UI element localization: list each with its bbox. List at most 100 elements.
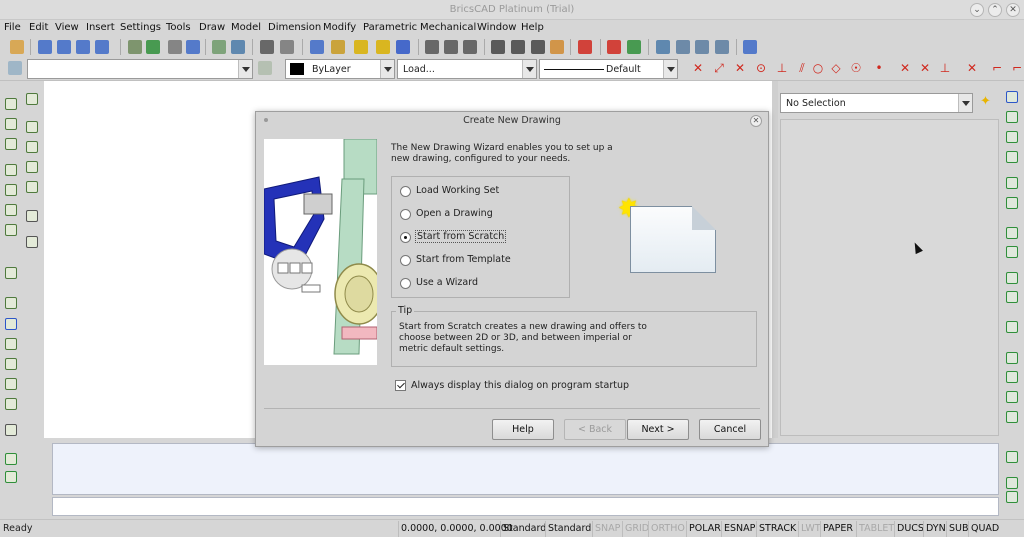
table-icon[interactable] xyxy=(5,424,17,436)
zoom-realtime-icon[interactable] xyxy=(38,40,52,54)
status-toggle-lwt[interactable]: LWT xyxy=(798,521,823,537)
delete-icon[interactable] xyxy=(578,40,592,54)
quick-select-icon[interactable]: ✦ xyxy=(980,94,991,109)
rotate3d-icon[interactable] xyxy=(1006,177,1018,189)
back-button[interactable]: < Back xyxy=(564,419,626,440)
selection-combo[interactable]: No Selection xyxy=(780,93,973,113)
render-icon[interactable] xyxy=(212,40,226,54)
mtext-icon[interactable] xyxy=(5,471,17,483)
scale-icon[interactable] xyxy=(1006,272,1018,284)
menu-draw[interactable]: Draw xyxy=(199,22,225,33)
insert-icon[interactable] xyxy=(26,210,38,222)
region-icon[interactable] xyxy=(5,297,17,309)
view-icon[interactable] xyxy=(146,40,160,54)
node-snap-icon[interactable]: • xyxy=(873,62,885,74)
3d-orbit-icon[interactable] xyxy=(186,40,200,54)
print-icon[interactable] xyxy=(444,40,458,54)
trim-icon[interactable] xyxy=(1006,321,1018,333)
spline-icon[interactable] xyxy=(5,224,17,236)
startup-checkbox[interactable] xyxy=(395,380,406,391)
chamfer-icon[interactable] xyxy=(1006,411,1018,423)
option-label[interactable]: Open a Drawing xyxy=(416,208,493,219)
hatch-icon[interactable] xyxy=(5,358,17,370)
tangent-snap-icon[interactable]: ○ xyxy=(812,62,824,74)
minimize-icon[interactable]: ⌄ xyxy=(970,3,984,17)
cut-icon[interactable] xyxy=(491,40,505,54)
radio-button[interactable] xyxy=(400,209,411,220)
extension-snap-icon[interactable]: ⊥ xyxy=(939,62,951,74)
open-folder-icon[interactable] xyxy=(331,40,345,54)
color-palette-icon[interactable] xyxy=(258,61,272,75)
status-toggle-strack[interactable]: STRACK xyxy=(756,521,798,537)
next-button[interactable]: Next > xyxy=(627,419,689,440)
menu-dimension[interactable]: Dimension xyxy=(268,22,321,33)
menu-insert[interactable]: Insert xyxy=(86,22,115,33)
copy-icon[interactable] xyxy=(511,40,525,54)
layer-manager-icon[interactable] xyxy=(8,61,22,75)
status-toggle-tablet[interactable]: TABLET xyxy=(856,521,896,537)
menu-parametric[interactable]: Parametric xyxy=(363,22,417,33)
help-icon[interactable] xyxy=(743,40,757,54)
perpendicular-snap-icon[interactable]: ◇ xyxy=(830,62,842,74)
attribute-icon[interactable] xyxy=(26,236,38,248)
apparent-snap-icon[interactable]: ✕ xyxy=(919,62,931,74)
cancel-button[interactable]: Cancel xyxy=(699,419,761,440)
design-center-icon[interactable] xyxy=(656,40,670,54)
linetype-combo[interactable]: Load... xyxy=(397,59,537,79)
library-icon[interactable] xyxy=(715,40,729,54)
redo-icon[interactable] xyxy=(627,40,641,54)
polygon-icon[interactable] xyxy=(26,121,38,133)
status-toggle-quad[interactable]: QUAD xyxy=(968,521,1001,537)
array-copy-icon[interactable] xyxy=(1006,246,1018,258)
midpoint-snap-icon[interactable]: ⤢ xyxy=(713,62,725,74)
array-icon[interactable] xyxy=(26,161,38,173)
chevron-down-icon[interactable] xyxy=(663,60,677,78)
extend-icon[interactable] xyxy=(1006,352,1018,364)
status-coordinates[interactable]: 0.0000, 0.0000, 0.0000 xyxy=(398,521,515,537)
status-toggle-sub[interactable]: SUB xyxy=(946,521,971,537)
option-label[interactable]: Start from Template xyxy=(416,254,511,265)
menu-help[interactable]: Help xyxy=(521,22,544,33)
help-button[interactable]: Help xyxy=(492,419,554,440)
structure-icon[interactable] xyxy=(695,40,709,54)
stretch-icon[interactable] xyxy=(1006,151,1018,163)
break-icon[interactable] xyxy=(1006,371,1018,383)
menu-model[interactable]: Model xyxy=(231,22,261,33)
radio-button[interactable] xyxy=(400,186,411,197)
menu-modify[interactable]: Modify xyxy=(323,22,356,33)
intersection-snap-icon[interactable]: ✕ xyxy=(734,62,746,74)
status-toggle-dyn[interactable]: DYN xyxy=(923,521,948,537)
mirror-icon[interactable] xyxy=(1006,227,1018,239)
chevron-down-icon[interactable] xyxy=(522,60,536,78)
option-label[interactable]: Load Working Set xyxy=(416,185,499,196)
undo-icon[interactable] xyxy=(607,40,621,54)
open-icon[interactable] xyxy=(376,40,390,54)
parallel-snap-icon[interactable]: ⫽ xyxy=(796,62,808,74)
zoom-window-icon[interactable] xyxy=(57,40,71,54)
insertion-snap-icon[interactable]: ☉ xyxy=(850,62,862,74)
chevron-down-icon[interactable] xyxy=(380,60,394,78)
status-dim-style[interactable]: Standard xyxy=(545,521,593,537)
pan-icon[interactable] xyxy=(128,40,142,54)
maximize-icon[interactable]: ⌃ xyxy=(988,3,1002,17)
status-toggle-snap[interactable]: SNAP xyxy=(592,521,622,537)
zoom-extents-icon[interactable] xyxy=(95,40,109,54)
lineweight-combo[interactable]: Default xyxy=(539,59,678,79)
clear-snaps-icon[interactable]: ✕ xyxy=(966,62,978,74)
point-icon[interactable] xyxy=(5,267,17,279)
status-toggle-ducs[interactable]: DUCS xyxy=(894,521,926,537)
startup-checkbox-label[interactable]: Always display this dialog on program st… xyxy=(411,380,629,391)
join-icon[interactable] xyxy=(1006,391,1018,403)
zoom-previous-icon[interactable] xyxy=(76,40,90,54)
boundary-icon[interactable] xyxy=(5,398,17,410)
status-toggle-ortho[interactable]: ORTHO xyxy=(648,521,687,537)
revcloud-icon[interactable] xyxy=(5,338,17,350)
menu-window[interactable]: Window xyxy=(477,22,516,33)
status-toggle-paper[interactable]: PAPER xyxy=(820,521,855,537)
circle-icon[interactable] xyxy=(5,164,17,176)
new-icon[interactable] xyxy=(354,40,368,54)
arc-icon[interactable] xyxy=(5,118,17,130)
nearest-snap-icon[interactable]: ✕ xyxy=(899,62,911,74)
curve-icon[interactable] xyxy=(1006,491,1018,503)
radio-button[interactable] xyxy=(400,232,411,243)
